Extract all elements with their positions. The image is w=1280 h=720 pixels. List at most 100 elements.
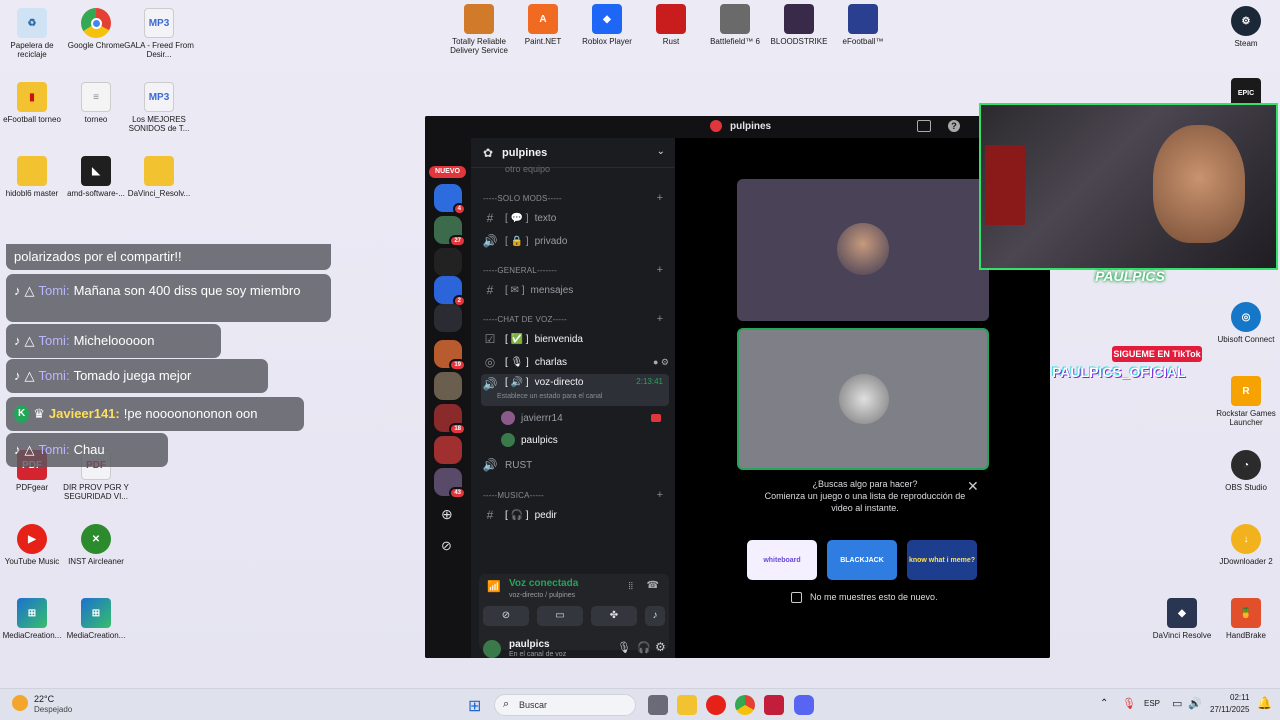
desktop-icon-steam[interactable]: ⚙ Steam bbox=[1210, 6, 1280, 48]
microphone-icon[interactable]: 🎙 bbox=[617, 641, 631, 654]
inbox-icon[interactable] bbox=[917, 120, 931, 132]
windows-start-icon[interactable]: ⊞ bbox=[468, 696, 481, 716]
desktop-icon-paint[interactable]: A Paint.NET bbox=[507, 4, 579, 46]
desktop-icon-efootball[interactable]: eFootball™ bbox=[827, 4, 899, 46]
server-item[interactable]: 27 bbox=[434, 216, 466, 247]
channel-texto[interactable]: #[ 💬 ] texto bbox=[481, 208, 669, 228]
channel-mensajes[interactable]: #[ ✉ ] mensajes bbox=[481, 280, 669, 300]
screen-share-button[interactable]: ▭ bbox=[537, 606, 583, 626]
weather-desc[interactable]: Despejado bbox=[34, 705, 72, 714]
dont-show-checkbox[interactable] bbox=[791, 592, 802, 603]
server-item[interactable] bbox=[434, 372, 462, 400]
channel-bienvenida[interactable]: ☑[ ✅ ] bienvenida bbox=[481, 329, 669, 349]
voice-tile-paulpics[interactable] bbox=[737, 328, 989, 470]
desktop-icon-mediacreation-1[interactable]: ⊞ MediaCreation... bbox=[0, 598, 68, 640]
task-view-icon[interactable] bbox=[648, 695, 668, 715]
voice-tile-javierrr14[interactable] bbox=[737, 179, 989, 321]
dont-show-label[interactable]: No me muestres esto de nuevo. bbox=[810, 592, 938, 602]
desktop-icon-ubisoft[interactable]: ◎ Ubisoft Connect bbox=[1210, 302, 1280, 344]
add-channel-icon[interactable]: + bbox=[657, 192, 663, 204]
activity-blackjack[interactable]: BLACKJACK bbox=[827, 540, 897, 580]
category-musica[interactable]: -----MUSICA----- bbox=[483, 491, 544, 500]
microphone-icon[interactable]: 🎙 bbox=[1122, 697, 1136, 710]
server-item[interactable]: 19 bbox=[434, 340, 466, 371]
server-header[interactable]: ✿ pulpines ⌄ bbox=[471, 138, 675, 168]
channel-pedir[interactable]: #[ 🎧 ] pedir bbox=[481, 505, 669, 525]
add-channel-icon[interactable]: + bbox=[657, 313, 663, 325]
desktop-icon-aircleaner[interactable]: ✕ INST Aircleaner bbox=[60, 524, 132, 566]
server-item[interactable]: 4 bbox=[434, 184, 466, 215]
server-item[interactable] bbox=[434, 436, 462, 464]
desktop-icon-rockstar[interactable]: R Rockstar Games Launcher bbox=[1210, 376, 1280, 427]
soundboard-button[interactable]: ♪ bbox=[645, 606, 665, 626]
desktop-icon-davinci[interactable]: ◆ DaVinci Resolve bbox=[1146, 598, 1218, 640]
desktop-icon-handbrake[interactable]: 🍍 HandBrake bbox=[1210, 598, 1280, 640]
desktop-icon-recycle-bin[interactable]: ♻ Papelera de reciclaje bbox=[0, 8, 68, 59]
noise-suppression-icon[interactable]: ⦙⦙ bbox=[629, 581, 633, 592]
activities-button[interactable]: ✤ bbox=[591, 606, 637, 626]
channel-voz-directo[interactable]: 🔊[ 🔊 ] voz-directo 2:13:41 Establece un e… bbox=[481, 374, 669, 406]
desktop-icon-davinci-folder[interactable]: DaVinci_Resolv... bbox=[123, 156, 195, 198]
camera-off-button[interactable]: ⊘ bbox=[483, 606, 529, 626]
desktop-icon-rust[interactable]: Rust bbox=[635, 4, 707, 46]
category-solo-mods[interactable]: -----SOLO MODS----- bbox=[483, 194, 562, 203]
channel-status[interactable]: Establece un estado para el canal bbox=[497, 393, 602, 400]
headphones-icon[interactable]: 🎧 bbox=[637, 641, 651, 654]
desktop-icon-obs[interactable]: ◔ OBS Studio bbox=[1210, 450, 1280, 492]
category-general[interactable]: -----GENERAL------- bbox=[483, 266, 557, 275]
desktop-icon-hidobl6[interactable]: hidobl6 master bbox=[0, 156, 68, 198]
discover-icon[interactable]: ⊘ bbox=[441, 538, 452, 554]
youtube-music-icon[interactable] bbox=[706, 695, 726, 715]
server-item[interactable] bbox=[434, 248, 462, 276]
voice-user-javierrr14[interactable]: javierrr14 bbox=[501, 408, 661, 428]
server-item[interactable]: 2 bbox=[434, 276, 466, 307]
server-item[interactable]: 18 bbox=[434, 404, 466, 435]
avatar[interactable] bbox=[483, 640, 501, 658]
desktop-icon-efootball-torneo[interactable]: ▮ eFootball torneo bbox=[0, 82, 68, 124]
weather-temp[interactable]: 22°C bbox=[34, 694, 54, 704]
add-channel-icon[interactable]: + bbox=[657, 489, 663, 501]
desktop-icon-bloodstrike[interactable]: BLOODSTRIKE bbox=[763, 4, 835, 46]
activity-know-what-i-meme[interactable]: know what i meme? bbox=[907, 540, 977, 580]
language-indicator[interactable]: ESP bbox=[1144, 699, 1160, 708]
desktop-icon-youtube-music[interactable]: ▶ YouTube Music bbox=[0, 524, 68, 566]
discord-icon[interactable] bbox=[794, 695, 814, 715]
weather-icon[interactable] bbox=[12, 695, 28, 711]
add-channel-icon[interactable]: + bbox=[657, 264, 663, 276]
server-item[interactable] bbox=[434, 304, 462, 332]
channel-privado[interactable]: 🔊[ 🔒 ] privado bbox=[481, 231, 669, 251]
help-icon[interactable]: ? bbox=[948, 120, 960, 132]
desktop-icon-amd-software[interactable]: ◣ amd-software-... bbox=[60, 156, 132, 198]
voice-status[interactable]: Voz conectada bbox=[509, 578, 578, 589]
gear-icon[interactable]: ⚙ bbox=[655, 640, 666, 654]
file-explorer-icon[interactable] bbox=[677, 695, 697, 715]
desktop-icon-torneo[interactable]: ≡ torneo bbox=[60, 82, 132, 124]
volume-icon[interactable]: 🔊 bbox=[1188, 697, 1202, 710]
desktop-icon-gala-mp3[interactable]: MP3 GALA - Freed From Desir... bbox=[123, 8, 195, 59]
activity-whiteboard[interactable]: whiteboard bbox=[747, 540, 817, 580]
desktop-icon-chrome[interactable]: Google Chrome bbox=[60, 8, 132, 50]
category-chat-de-voz[interactable]: -----CHAT DE VOZ----- bbox=[483, 315, 567, 324]
add-server-icon[interactable]: ⊕ bbox=[441, 506, 453, 523]
desktop-icon-trds[interactable]: Totally Reliable Delivery Service bbox=[443, 4, 515, 55]
channel-rust[interactable]: 🔊 RUST bbox=[481, 455, 669, 475]
desktop-icon-mediacreation-2[interactable]: ⊞ MediaCreation... bbox=[60, 598, 132, 640]
notification-icon[interactable]: 🔔 bbox=[1257, 696, 1272, 710]
search-box[interactable]: ⌕ Buscar bbox=[494, 694, 636, 716]
chevron-up-icon[interactable]: ⌃ bbox=[1100, 698, 1108, 709]
chrome-icon[interactable] bbox=[735, 695, 755, 715]
app-icon[interactable] bbox=[764, 695, 784, 715]
channel-charlas[interactable]: ◎[ 🎙 ] charlas ● ⚙ bbox=[481, 352, 669, 372]
disconnect-icon[interactable]: ☎ bbox=[647, 580, 659, 591]
clock-date[interactable]: 27/11/2025 bbox=[1210, 705, 1249, 714]
channel-settings-icon[interactable]: ● ⚙ bbox=[653, 357, 669, 368]
voice-location[interactable]: voz-directo / pulpines bbox=[509, 592, 575, 599]
network-icon[interactable]: ▭ bbox=[1172, 697, 1182, 710]
partial-channel[interactable]: otro equipo bbox=[505, 164, 550, 174]
desktop-icon-roblox[interactable]: ◆ Roblox Player bbox=[571, 4, 643, 46]
desktop-icon-battlefield[interactable]: Battlefield™ 6 bbox=[699, 4, 771, 46]
voice-user-paulpics[interactable]: paulpics bbox=[501, 430, 661, 450]
server-item[interactable]: 43 bbox=[434, 468, 466, 499]
desktop-icon-sonidos-mp3[interactable]: MP3 Los MEJORES SONIDOS de T... bbox=[123, 82, 195, 133]
clock-time[interactable]: 02:11 bbox=[1230, 693, 1249, 702]
